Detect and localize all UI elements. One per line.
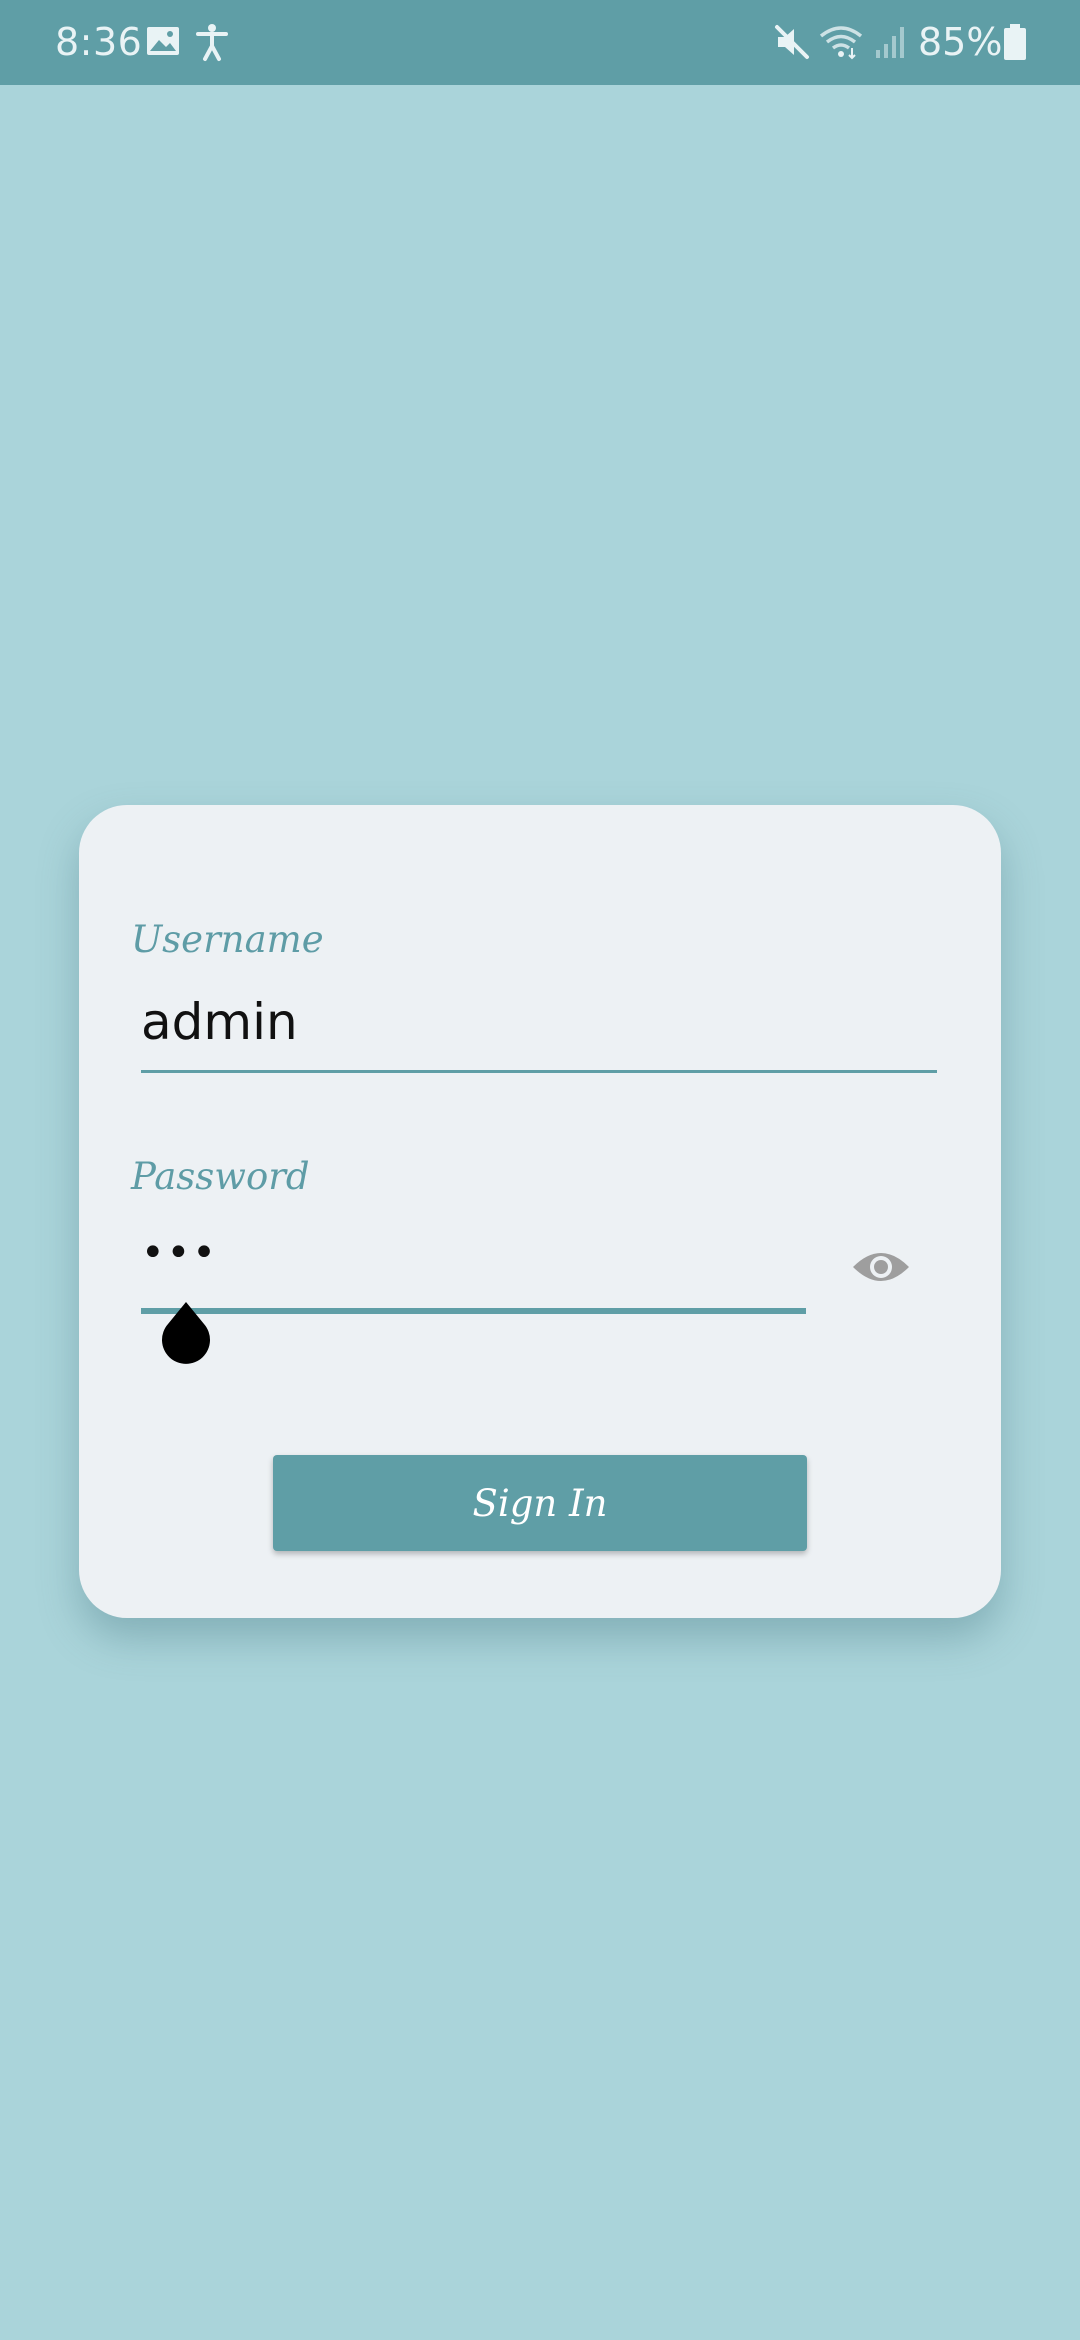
username-underline [141,1070,937,1073]
signal-icon [876,27,904,58]
gallery-icon [147,27,179,55]
sign-in-button[interactable]: Sign In [273,1455,807,1551]
wifi-icon [819,26,863,60]
password-underline [141,1308,806,1314]
mute-icon [775,25,809,59]
username-label: Username [131,918,324,961]
text-cursor-handle-icon[interactable] [158,1300,214,1370]
accessibility-icon [196,24,228,61]
password-input[interactable]: ••• [141,1230,218,1276]
status-time: 8:36 [55,20,143,64]
show-password-eye-icon[interactable] [851,1245,911,1289]
status-bar: 8:36 85% [0,0,1080,85]
username-input[interactable]: admin [141,993,298,1051]
password-label: Password [131,1155,310,1198]
login-card: Username admin Password ••• Sign In [79,805,1001,1618]
battery-percent: 85% [918,20,1003,64]
battery-icon [1004,24,1026,60]
